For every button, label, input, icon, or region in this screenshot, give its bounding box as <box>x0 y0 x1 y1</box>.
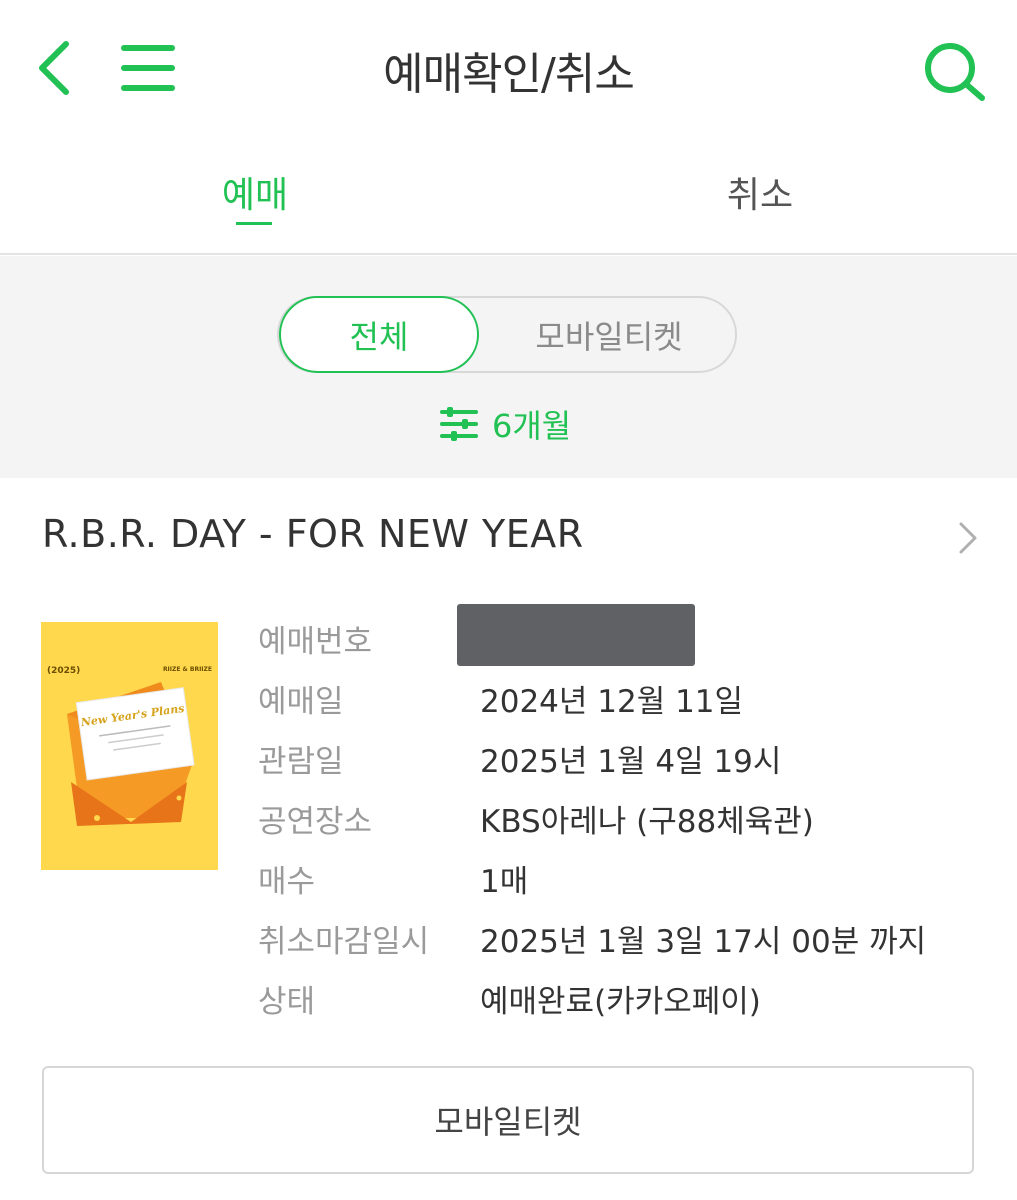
detail-value: 1매 <box>480 864 529 900</box>
detail-value: KBS아레나 (구88체육관) <box>480 804 814 840</box>
filter-area: 전체 모바일티켓 6개월 <box>0 256 1017 478</box>
poster-brand: RIIZE & BRIIZE <box>162 666 212 673</box>
detail-label: 공연장소 <box>258 804 373 840</box>
filter-sliders-icon <box>440 407 478 441</box>
detail-label: 예매일 <box>258 684 344 720</box>
poster-year: (2025) <box>47 666 81 676</box>
event-title[interactable]: R.B.R. DAY - FOR NEW YEAR <box>42 512 584 556</box>
tab-booking[interactable]: 예매 <box>200 166 310 218</box>
poster-illustration: New Year's Plans <box>67 682 195 831</box>
detail-label: 관람일 <box>258 744 344 780</box>
chevron-right-icon[interactable] <box>955 520 981 556</box>
detail-value: 2025년 1월 3일 17시 00분 까지 <box>480 924 927 960</box>
tab-bar: 예매 취소 <box>0 150 1017 255</box>
detail-label: 예매번호 <box>258 624 373 660</box>
mobile-ticket-button[interactable]: 모바일티켓 <box>42 1066 974 1174</box>
segment-all[interactable]: 전체 <box>279 296 479 373</box>
period-label: 6개월 <box>492 407 572 445</box>
redacted-booking-number <box>457 604 695 666</box>
event-poster: New Year's Plans (2025) RIIZE & BRIIZE <box>41 622 218 870</box>
active-tab-indicator <box>236 222 272 225</box>
detail-label: 취소마감일시 <box>258 924 430 960</box>
detail-label: 매수 <box>258 864 316 900</box>
tab-cancel[interactable]: 취소 <box>700 166 820 218</box>
detail-label: 상태 <box>258 984 316 1020</box>
detail-value: 예매완료(카카오페이) <box>480 984 761 1020</box>
period-filter-button[interactable]: 6개월 <box>440 402 571 446</box>
ticket-type-toggle: 전체 모바일티켓 <box>277 296 737 373</box>
segment-mobile-ticket[interactable]: 모바일티켓 <box>484 298 734 371</box>
detail-value: 2024년 12월 11일 <box>480 684 744 720</box>
page-title: 예매확인/취소 <box>383 49 635 100</box>
search-button[interactable] <box>920 36 990 106</box>
detail-value: 2025년 1월 4일 19시 <box>480 744 782 780</box>
app-header: 예매확인/취소 <box>0 0 1017 140</box>
search-icon <box>925 43 985 101</box>
